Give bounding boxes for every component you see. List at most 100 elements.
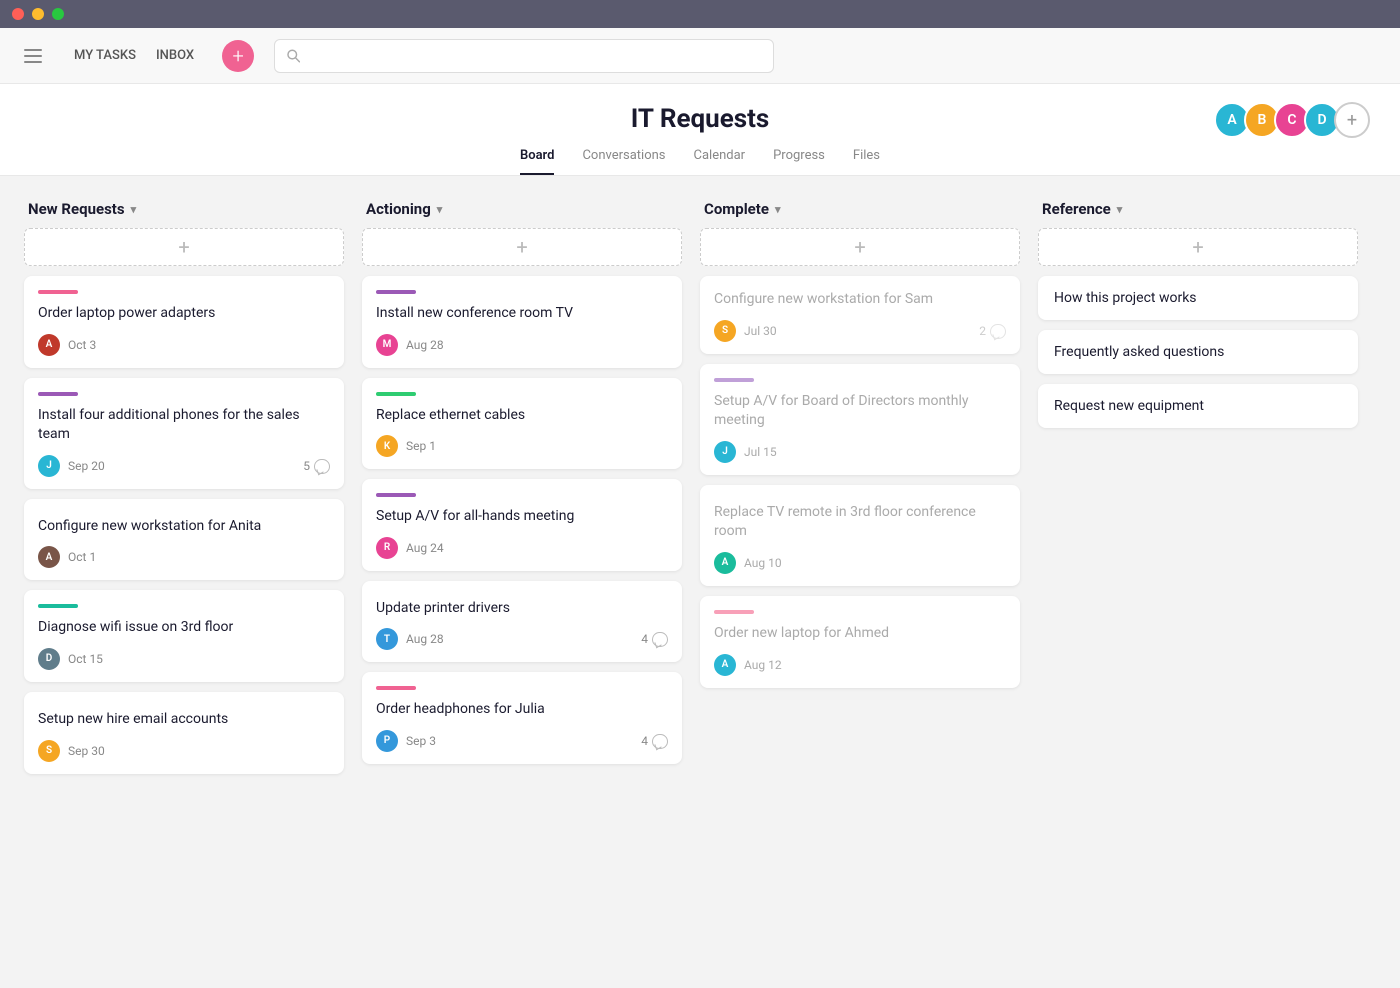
avatar: P	[376, 730, 398, 752]
tab-progress[interactable]: Progress	[773, 148, 825, 175]
search-bar	[274, 39, 774, 73]
card-meta: J Jul 15	[714, 441, 1006, 463]
card-title: Order new laptop for Ahmed	[714, 624, 1006, 644]
maximize-dot[interactable]	[52, 8, 64, 20]
add-task-reference[interactable]: +	[1038, 228, 1358, 266]
avatar: K	[376, 435, 398, 457]
card-headphones-julia[interactable]: Order headphones for Julia P Sep 3 4	[362, 672, 682, 764]
card-tv-remote[interactable]: Replace TV remote in 3rd floor conferenc…	[700, 485, 1020, 586]
tab-conversations[interactable]: Conversations	[582, 148, 665, 175]
card-configure-anita[interactable]: Configure new workstation for Anita A Oc…	[24, 499, 344, 581]
card-laptop-ahmed[interactable]: Order new laptop for Ahmed A Aug 12	[700, 596, 1020, 688]
chevron-down-icon: ▾	[131, 203, 137, 216]
card-date: Jul 30	[744, 324, 777, 338]
card-title: Install new conference room TV	[376, 304, 668, 324]
avatar: A	[714, 654, 736, 676]
card-title: Replace TV remote in 3rd floor conferenc…	[714, 503, 1006, 542]
column-header-reference: Reference ▾	[1038, 200, 1358, 218]
ref-card-title: Frequently asked questions	[1054, 344, 1224, 360]
add-task-new-requests[interactable]: +	[24, 228, 344, 266]
card-meta-left: A Oct 1	[38, 546, 96, 568]
tab-files[interactable]: Files	[853, 148, 880, 175]
my-tasks-link[interactable]: MY TASKS	[66, 42, 144, 69]
card-meta-left: S Jul 30	[714, 320, 777, 342]
chevron-down-icon: ▾	[775, 203, 781, 216]
card-date: Jul 15	[744, 445, 777, 459]
board: New Requests ▾ + Order laptop power adap…	[0, 176, 1400, 988]
column-title-complete: Complete ▾	[704, 200, 781, 218]
card-title: Setup new hire email accounts	[38, 710, 330, 730]
card-printer-drivers[interactable]: Update printer drivers T Aug 28 4	[362, 581, 682, 663]
ref-card-title: Request new equipment	[1054, 398, 1204, 414]
card-meta: P Sep 3 4	[376, 730, 668, 752]
card-diagnose-wifi[interactable]: Diagnose wifi issue on 3rd floor D Oct 1…	[24, 590, 344, 682]
card-meta-left: J Jul 15	[714, 441, 777, 463]
card-date: Aug 12	[744, 658, 782, 672]
card-date: Sep 20	[68, 459, 105, 473]
card-meta: T Aug 28 4	[376, 628, 668, 650]
card-meta: A Oct 1	[38, 546, 330, 568]
column-header-new-requests: New Requests ▾	[24, 200, 344, 218]
card-tag	[38, 392, 78, 396]
card-tag	[714, 378, 754, 382]
column-complete: Complete ▾ + Configure new workstation f…	[700, 200, 1020, 698]
card-tag	[376, 493, 416, 497]
column-header-actioning: Actioning ▾	[362, 200, 682, 218]
minimize-dot[interactable]	[32, 8, 44, 20]
ref-card-how-works[interactable]: How this project works	[1038, 276, 1358, 320]
card-meta: J Sep 20 5	[38, 455, 330, 477]
page-tabs: Board Conversations Calendar Progress Fi…	[0, 148, 1400, 175]
card-tag	[38, 604, 78, 608]
page-title: IT Requests	[0, 104, 1400, 134]
card-meta: A Aug 10	[714, 552, 1006, 574]
titlebar	[0, 0, 1400, 28]
close-dot[interactable]	[12, 8, 24, 20]
column-title-actioning: Actioning ▾	[366, 200, 442, 218]
card-install-phones[interactable]: Install four additional phones for the s…	[24, 378, 344, 489]
topnav-links: MY TASKS INBOX	[66, 42, 202, 69]
card-order-laptop-adapters[interactable]: Order laptop power adapters A Oct 3	[24, 276, 344, 368]
card-setup-email[interactable]: Setup new hire email accounts S Sep 30	[24, 692, 344, 774]
card-meta-left: J Sep 20	[38, 455, 105, 477]
card-meta: S Jul 30 2	[714, 320, 1006, 342]
card-tag	[38, 290, 78, 294]
card-meta: M Aug 28	[376, 334, 668, 356]
search-icon	[287, 49, 300, 63]
card-meta: K Sep 1	[376, 435, 668, 457]
tab-board[interactable]: Board	[520, 148, 554, 175]
search-input[interactable]	[308, 48, 761, 63]
hamburger-menu[interactable]	[20, 45, 46, 67]
card-meta-left: A Oct 3	[38, 334, 96, 356]
chevron-down-icon: ▾	[1117, 203, 1123, 216]
page-header: A B C D + IT Requests Board Conversation…	[0, 84, 1400, 176]
ref-card-request-equipment[interactable]: Request new equipment	[1038, 384, 1358, 428]
create-button[interactable]: +	[222, 40, 254, 72]
card-date: Aug 24	[406, 541, 444, 555]
card-date: Sep 1	[406, 439, 436, 453]
add-task-complete[interactable]: +	[700, 228, 1020, 266]
card-meta-left: M Aug 28	[376, 334, 444, 356]
avatar: D	[38, 648, 60, 670]
card-av-allhands[interactable]: Setup A/V for all-hands meeting R Aug 24	[362, 479, 682, 571]
avatar: S	[38, 740, 60, 762]
avatar: R	[376, 537, 398, 559]
column-title-new-requests: New Requests ▾	[28, 200, 136, 218]
tab-calendar[interactable]: Calendar	[694, 148, 746, 175]
add-member-button[interactable]: +	[1334, 102, 1370, 138]
ref-card-faq[interactable]: Frequently asked questions	[1038, 330, 1358, 374]
inbox-link[interactable]: INBOX	[148, 42, 202, 69]
card-comments: 4	[641, 632, 668, 646]
card-ethernet[interactable]: Replace ethernet cables K Sep 1	[362, 378, 682, 470]
card-meta: A Oct 3	[38, 334, 330, 356]
column-new-requests: New Requests ▾ + Order laptop power adap…	[24, 200, 344, 784]
card-av-board[interactable]: Setup A/V for Board of Directors monthly…	[700, 364, 1020, 475]
card-meta-left: A Aug 10	[714, 552, 782, 574]
card-comments: 5	[303, 459, 330, 473]
column-title-reference: Reference ▾	[1042, 200, 1122, 218]
card-meta-left: P Sep 3	[376, 730, 436, 752]
add-task-actioning[interactable]: +	[362, 228, 682, 266]
card-conference-tv[interactable]: Install new conference room TV M Aug 28	[362, 276, 682, 368]
card-meta: D Oct 15	[38, 648, 330, 670]
card-meta: S Sep 30	[38, 740, 330, 762]
card-configure-sam[interactable]: Configure new workstation for Sam S Jul …	[700, 276, 1020, 354]
